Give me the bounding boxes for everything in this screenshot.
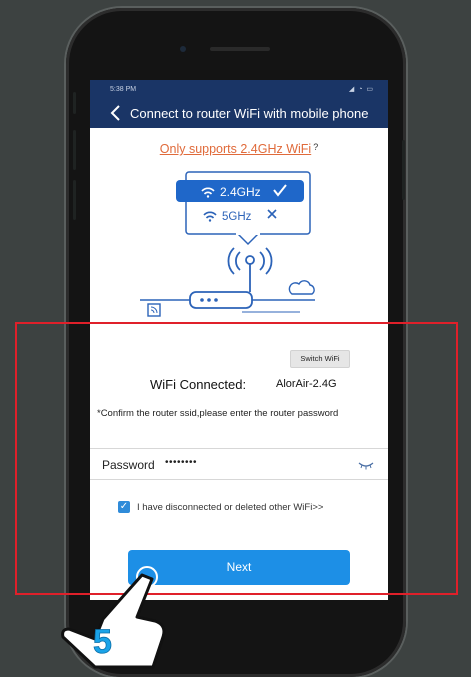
support-note[interactable]: Only supports 2.4GHz WiFi? <box>90 142 388 156</box>
app-screen: 5:38 PM ◢ ◔ ▭ Connect to router WiFi wit… <box>90 80 388 600</box>
disconnect-checkbox-label[interactable]: I have disconnected or deleted other WiF… <box>137 502 323 513</box>
phone-power-button <box>402 140 405 200</box>
switch-wifi-button[interactable]: Switch WiFi <box>290 350 350 368</box>
cloud-icon <box>288 280 315 295</box>
wifi-connected-label: WiFi Connected: <box>150 377 247 392</box>
phone-side-button <box>73 92 76 114</box>
router-illustration: 2.4GHz 5GHz <box>140 171 315 317</box>
band-24-label: 2.4GHz <box>220 185 261 199</box>
status-icons: ◢ ◔ ▭ <box>348 86 374 93</box>
router-icon <box>189 291 253 309</box>
disconnect-checkbox[interactable]: ✓ <box>118 501 130 513</box>
phone-volume-down <box>73 180 76 220</box>
password-input[interactable]: •••••••• <box>165 457 197 468</box>
page-title: Connect to router WiFi with mobile phone <box>130 106 369 121</box>
tap-hand-icon: 5 <box>61 566 166 669</box>
confirm-instruction: *Confirm the router ssid,please enter th… <box>97 408 339 419</box>
eye-closed-icon[interactable] <box>358 460 374 470</box>
password-field[interactable]: Password •••••••• <box>90 448 388 480</box>
support-note-text[interactable]: Only supports 2.4GHz WiFi <box>160 142 311 156</box>
status-time: 5:38 PM <box>110 86 137 93</box>
step-number: 5 <box>93 623 112 661</box>
status-bar: 5:38 PM ◢ ◔ ▭ <box>90 80 388 98</box>
feed-icon <box>147 303 161 317</box>
front-camera <box>180 46 186 52</box>
phone-volume-up <box>73 130 76 170</box>
wifi-ssid: AlorAir-2.4G <box>276 378 337 390</box>
earpiece-speaker <box>210 47 270 51</box>
back-chevron-icon[interactable] <box>108 103 124 123</box>
band-5-label: 5GHz <box>222 211 252 223</box>
nav-bar: Connect to router WiFi with mobile phone <box>90 98 388 128</box>
help-icon[interactable]: ? <box>313 142 318 152</box>
password-label: Password <box>102 458 155 472</box>
